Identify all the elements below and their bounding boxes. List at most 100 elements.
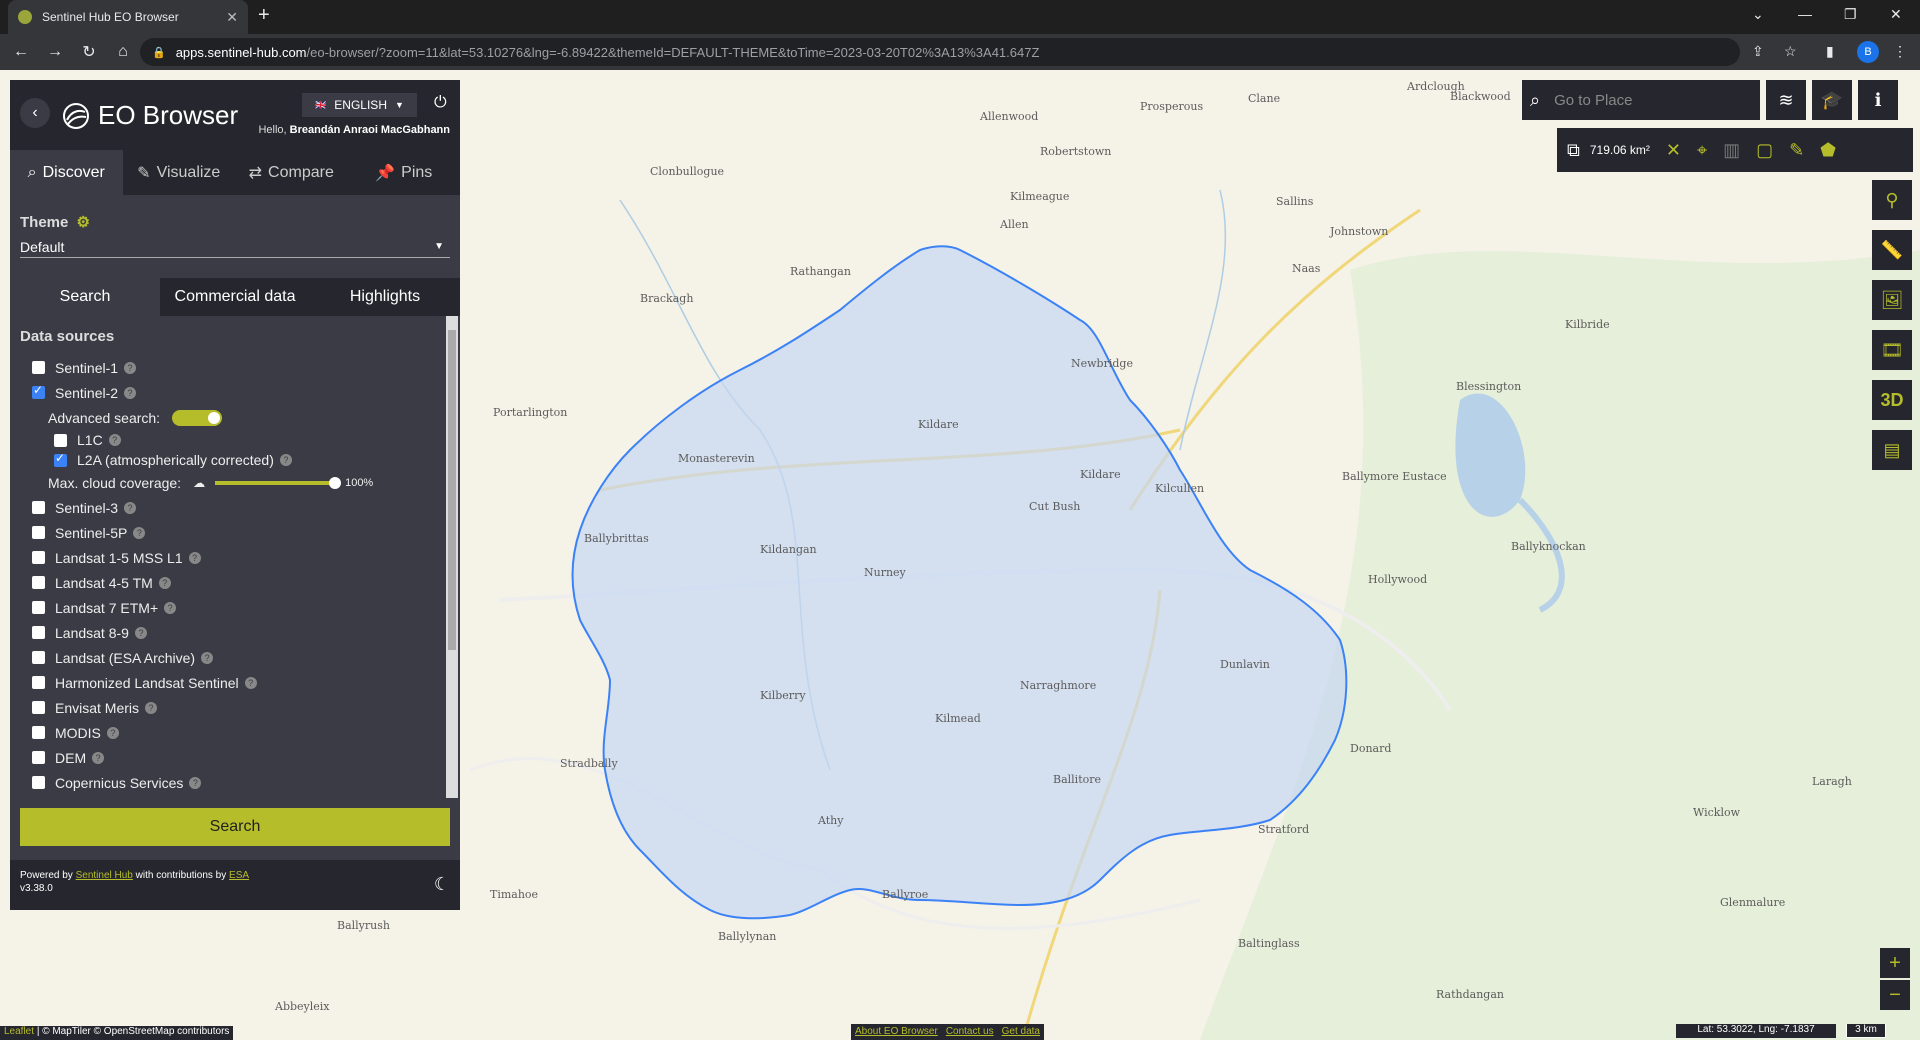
share-icon[interactable]: ⇪ <box>1752 43 1764 60</box>
gear-icon[interactable]: ⚙ <box>77 214 90 231</box>
place-label: Kilbride <box>1565 318 1610 331</box>
l1c-checkbox[interactable] <box>54 433 67 447</box>
copy-icon[interactable]: ⧉ <box>1567 140 1580 161</box>
help-icon[interactable]: ? <box>145 701 158 714</box>
source-checkbox[interactable] <box>32 751 45 764</box>
theme-select[interactable]: Default ▼ <box>20 239 450 258</box>
source-checkbox[interactable] <box>32 501 45 514</box>
zoom-in-button[interactable]: + <box>1880 948 1910 978</box>
source-checkbox[interactable] <box>32 551 45 564</box>
help-icon[interactable]: ? <box>108 434 121 446</box>
back-arrow-icon[interactable]: ← <box>8 43 34 61</box>
bookmark-star-icon[interactable]: ☆ <box>1784 43 1797 60</box>
collapse-panel-button[interactable]: ‹ <box>20 98 50 128</box>
help-icon[interactable]: ? <box>244 676 257 689</box>
tutorial-button[interactable]: 🎓 <box>1812 80 1852 120</box>
help-icon[interactable]: ? <box>92 751 105 764</box>
statistics-button[interactable]: ▤ <box>1872 430 1912 470</box>
source-checkbox[interactable] <box>32 676 45 689</box>
source-label: MODIS <box>55 724 101 741</box>
clear-aoi-icon[interactable]: ✕ <box>1666 140 1681 161</box>
source-checkbox[interactable] <box>32 651 45 664</box>
subtab-search[interactable]: Search <box>10 278 160 316</box>
help-icon[interactable]: ? <box>189 776 202 789</box>
rectangle-icon[interactable]: ▢ <box>1756 140 1773 161</box>
tab-discover[interactable]: ⌕ Discover <box>10 150 123 195</box>
browser-toolbar: ← → ↻ ⌂ 🔒 apps.sentinel-hub.com /eo-brow… <box>0 34 1920 70</box>
reload-icon[interactable]: ↻ <box>76 42 102 62</box>
tab-compare[interactable]: ⇄ Compare <box>235 150 348 195</box>
profile-avatar[interactable]: B <box>1857 41 1879 63</box>
help-icon[interactable]: ? <box>164 601 177 614</box>
l2a-checkbox[interactable] <box>54 451 67 467</box>
search-button[interactable]: Search <box>20 808 450 846</box>
home-icon[interactable]: ⌂ <box>110 43 136 61</box>
main-tabs: ⌕ Discover ✎ Visualize ⇄ Compare 📌 Pins <box>10 150 460 195</box>
help-icon[interactable]: ? <box>124 361 137 374</box>
3d-button[interactable]: 3D <box>1872 380 1912 420</box>
help-icon[interactable]: ? <box>124 501 137 514</box>
scrollbar-thumb[interactable] <box>448 330 456 650</box>
language-select[interactable]: 🇬🇧 ENGLISH ▼ <box>302 93 417 117</box>
measure-button[interactable]: 📏 <box>1872 230 1912 270</box>
cloud-coverage-slider[interactable] <box>215 476 342 489</box>
leaflet-link[interactable]: Leaflet <box>4 1026 34 1037</box>
sentinel-hub-link[interactable]: Sentinel Hub <box>76 870 133 881</box>
location-pin-button[interactable]: ⚲ <box>1872 180 1912 220</box>
language-label: ENGLISH <box>334 98 387 112</box>
go-to-place-input[interactable]: ⌕ Go to Place <box>1522 80 1760 120</box>
list-scrollbar[interactable] <box>446 316 458 798</box>
get-data-link[interactable]: Get data <box>1002 1026 1040 1038</box>
tab-pins[interactable]: 📌 Pins <box>348 150 461 195</box>
help-icon[interactable]: ? <box>134 626 147 639</box>
source-checkbox[interactable] <box>32 701 45 714</box>
esa-link[interactable]: ESA <box>229 870 249 881</box>
about-link[interactable]: About EO Browser <box>855 1026 938 1038</box>
sentinel-1-checkbox[interactable] <box>32 361 45 374</box>
browser-tabstrip: Sentinel Hub EO Browser ✕ + ⌄ — ❐ ✕ <box>0 0 1920 34</box>
new-tab-icon[interactable]: + <box>258 4 270 27</box>
timelapse-button[interactable]: 🎞 <box>1872 330 1912 370</box>
help-icon[interactable]: ? <box>201 651 214 664</box>
help-icon[interactable]: ? <box>133 526 146 539</box>
statistics-icon[interactable]: ▥ <box>1723 140 1740 161</box>
address-bar[interactable]: 🔒 apps.sentinel-hub.com /eo-browser/?zoo… <box>140 38 1740 66</box>
source-checkbox[interactable] <box>32 576 45 589</box>
help-icon[interactable]: ? <box>158 576 171 589</box>
info-button[interactable]: ℹ <box>1858 80 1898 120</box>
close-tab-icon[interactable]: ✕ <box>226 9 238 26</box>
source-checkbox[interactable] <box>32 726 45 739</box>
center-aoi-icon[interactable]: ⌖ <box>1697 140 1707 161</box>
source-checkbox[interactable] <box>32 776 45 789</box>
help-icon[interactable]: ? <box>106 726 119 739</box>
layers-button[interactable]: ≋ <box>1766 80 1806 120</box>
forward-arrow-icon[interactable]: → <box>42 43 68 61</box>
image-download-button[interactable]: 🖼 <box>1872 280 1912 320</box>
contact-link[interactable]: Contact us <box>946 1026 994 1038</box>
browser-tab[interactable]: Sentinel Hub EO Browser ✕ <box>8 0 248 34</box>
subtab-highlights[interactable]: Highlights <box>310 278 460 316</box>
place-label: Newbridge <box>1071 357 1133 370</box>
app-logo: EO Browser <box>62 100 238 131</box>
source-checkbox[interactable] <box>32 601 45 614</box>
minimize-icon[interactable]: — <box>1798 6 1812 22</box>
logout-icon[interactable]: ⏻ <box>434 94 447 112</box>
tab-search-icon[interactable]: ⌄ <box>1752 6 1764 23</box>
zoom-out-button[interactable]: − <box>1880 980 1910 1010</box>
menu-dots-icon[interactable]: ⋮ <box>1893 43 1907 60</box>
tab-visualize[interactable]: ✎ Visualize <box>123 150 236 195</box>
source-checkbox[interactable] <box>32 626 45 639</box>
help-icon[interactable]: ? <box>279 454 292 466</box>
polygon-icon[interactable]: ⬟ <box>1820 140 1836 161</box>
subtab-commercial-data[interactable]: Commercial data <box>160 278 310 316</box>
help-icon[interactable]: ? <box>188 551 201 564</box>
sentinel-2-checkbox[interactable] <box>32 383 45 399</box>
slider-knob[interactable] <box>329 476 342 489</box>
help-icon[interactable]: ? <box>124 386 137 399</box>
restore-icon[interactable]: ❐ <box>1844 6 1857 23</box>
source-checkbox[interactable] <box>32 526 45 539</box>
sidepanel-icon[interactable]: ▮ <box>1826 43 1834 60</box>
close-window-icon[interactable]: ✕ <box>1890 6 1902 23</box>
advanced-search-toggle[interactable] <box>172 409 223 426</box>
pencil-icon[interactable]: ✎ <box>1789 140 1804 161</box>
